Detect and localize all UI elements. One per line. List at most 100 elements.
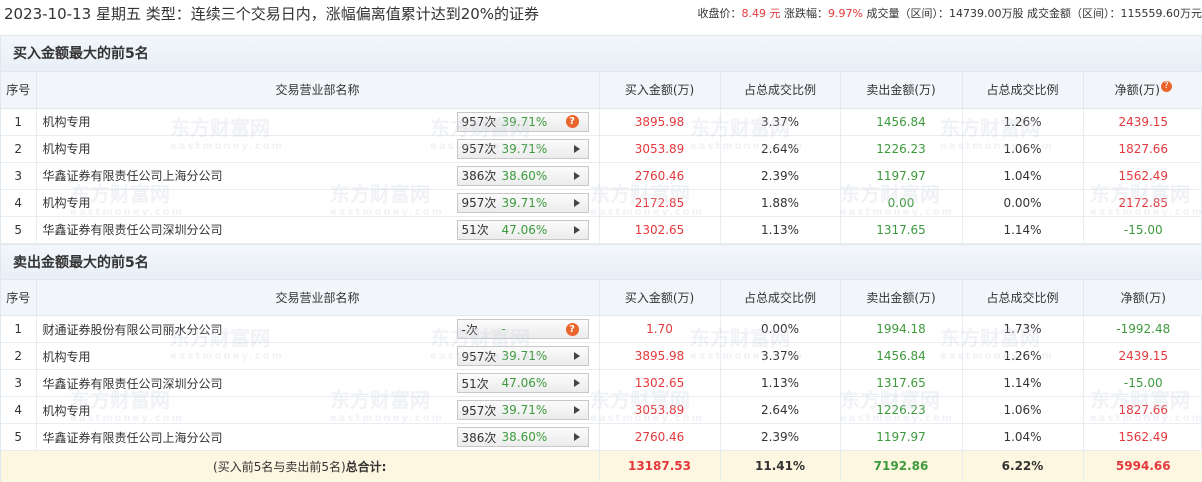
table-row: 4 机构专用 957次 39.71% 2172.85 1.88% 0.00 0.00% 2172… — [1, 189, 1202, 217]
success-rate: 39.71% — [501, 349, 548, 363]
net-amount: 1562.49 — [1083, 162, 1202, 190]
branch-stats-button[interactable]: 51次 47.06% — [456, 373, 589, 393]
question-icon[interactable]: ? — [1160, 81, 1172, 93]
play-arrow-icon[interactable] — [573, 433, 580, 441]
success-rate: 39.71% — [501, 114, 548, 129]
branch-stats-button[interactable]: 957次 39.71% — [456, 346, 589, 366]
buy-ratio: 0.00% — [720, 315, 841, 343]
branch-stats-button[interactable]: 51次 47.06% — [456, 219, 589, 240]
branch-stats-button[interactable]: 957次 39.71% — [456, 138, 589, 159]
col-sell: 卖出金额(万) — [840, 279, 963, 316]
branch-name[interactable]: 机构专用 — [43, 196, 91, 210]
table-row: 1 机构专用 957次 39.71%? 3895.98 3.37% 1456.84 1.26%… — [1, 108, 1202, 136]
appearance-count: 957次 — [461, 403, 497, 418]
col-idx: 序号 — [1, 72, 37, 109]
sell-ratio: 1.04% — [962, 162, 1084, 190]
branch-cell: 机构专用 957次 39.71% — [36, 342, 600, 370]
play-arrow-icon[interactable] — [573, 379, 580, 387]
dragon-tiger-panel: 买入金额最大的前5名 序号 交易营业部名称 买入金额(万) 占总成交比例 卖出金… — [0, 35, 1202, 482]
branch-name[interactable]: 机构专用 — [43, 115, 91, 129]
col-name: 交易营业部名称 — [36, 279, 600, 316]
play-arrow-icon[interactable] — [573, 352, 580, 360]
branch-name[interactable]: 机构专用 — [43, 350, 91, 364]
branch-name[interactable]: 财通证券股份有限公司丽水分公司 — [43, 323, 223, 337]
success-rate: 39.71% — [501, 141, 548, 156]
net-amount: -15.00 — [1083, 216, 1202, 244]
branch-stats-button[interactable]: -次 -? — [456, 319, 589, 339]
table-row: 3 华鑫证券有限责任公司深圳分公司 51次 47.06% 1302.65 1.13% 131… — [1, 369, 1202, 397]
branch-stats-button[interactable]: 957次 39.71% — [456, 192, 589, 213]
col-buy: 买入金额(万) — [599, 72, 721, 109]
appearance-count: 957次 — [461, 115, 497, 129]
net-amount: 2439.15 — [1083, 108, 1202, 136]
branch-name[interactable]: 机构专用 — [43, 142, 91, 156]
success-rate: 38.60% — [501, 168, 548, 183]
sell-amount: 1456.84 — [840, 342, 963, 370]
net-amount: -1992.48 — [1083, 315, 1202, 343]
buy-amount: 3053.89 — [599, 135, 721, 163]
question-icon[interactable]: ? — [565, 115, 579, 128]
amount-value: 115559.60万元 — [1120, 7, 1202, 20]
total-label-prefix: (买入前5名与卖出前5名) — [213, 459, 346, 474]
change-label: 涨跌幅： — [784, 7, 829, 20]
appearance-count: 51次 — [461, 223, 489, 237]
appearance-count: 957次 — [461, 142, 497, 156]
sell-ratio: 1.26% — [962, 342, 1084, 370]
top-info-bar: 2023-10-13 星期五 类型：连续三个交易日内，涨幅偏离值累计达到20%的… — [0, 0, 1202, 26]
amount-label: 成交金额（区间）： — [1027, 7, 1121, 20]
branch-name[interactable]: 华鑫证券有限责任公司上海分公司 — [43, 169, 223, 183]
buy-amount: 3053.89 — [599, 396, 721, 424]
col-net: 净额(万) — [1083, 279, 1202, 316]
branch-name[interactable]: 华鑫证券有限责任公司深圳分公司 — [43, 377, 223, 391]
buy-table: 序号 交易营业部名称 买入金额(万) 占总成交比例 卖出金额(万) 占总成交比例… — [1, 72, 1202, 244]
appearance-count: 51次 — [461, 376, 489, 391]
branch-name[interactable]: 华鑫证券有限责任公司上海分公司 — [43, 431, 223, 445]
col-buy-ratio: 占总成交比例 — [720, 72, 841, 109]
col-buy-ratio: 占总成交比例 — [720, 279, 841, 316]
row-index: 3 — [1, 162, 37, 190]
branch-stats-button[interactable]: 957次 39.71% — [456, 400, 589, 420]
sell-ratio: 1.73% — [962, 315, 1084, 343]
sell-amount: 1317.65 — [840, 369, 963, 397]
buy-amount: 2172.85 — [599, 189, 721, 217]
net-amount: 1827.66 — [1083, 135, 1202, 163]
sell-amount: 1226.23 — [840, 396, 963, 424]
sell-ratio: 1.04% — [962, 423, 1084, 451]
row-index: 5 — [1, 216, 37, 244]
table-row: 5 华鑫证券有限责任公司深圳分公司 51次 47.06% 1302.65 1.13% 131… — [1, 216, 1202, 244]
buy-ratio: 3.37% — [720, 108, 841, 136]
play-arrow-icon[interactable] — [573, 171, 580, 180]
net-amount: -15.00 — [1083, 369, 1202, 397]
total-net: 5994.66 — [1083, 450, 1202, 482]
volume-value: 14739.00万股 — [949, 7, 1024, 20]
play-arrow-icon[interactable] — [573, 198, 580, 207]
play-arrow-icon[interactable] — [573, 406, 580, 414]
branch-name[interactable]: 华鑫证券有限责任公司深圳分公司 — [43, 223, 223, 237]
sell-amount: 0.00 — [840, 189, 963, 217]
buy-amount: 3895.98 — [599, 342, 721, 370]
buy-amount: 3895.98 — [599, 108, 721, 136]
total-buy: 13187.53 — [599, 450, 721, 482]
buy-ratio: 2.39% — [720, 162, 841, 190]
table-row: 2 机构专用 957次 39.71% 3053.89 2.64% 1226.23 1.06% 1… — [1, 135, 1202, 163]
row-index: 2 — [1, 135, 37, 163]
col-sell: 卖出金额(万) — [840, 72, 963, 109]
col-sell-ratio: 占总成交比例 — [962, 279, 1084, 316]
branch-cell: 财通证券股份有限公司丽水分公司 -次 -? — [36, 315, 600, 343]
table-row: 5 华鑫证券有限责任公司上海分公司 386次 38.60% 2760.46 2.39% 11… — [1, 423, 1202, 451]
play-arrow-icon[interactable] — [573, 144, 580, 153]
stock-stats: 收盘价：8.49 元 涨跌幅：9.97% 成交量（区间）：14739.00万股 … — [698, 5, 1202, 21]
table-row: 4 机构专用 957次 39.71% 3053.89 2.64% 1226.23 1.06% 1… — [1, 396, 1202, 424]
branch-stats-button[interactable]: 957次 39.71%? — [456, 111, 589, 132]
buy-section-title: 买入金额最大的前5名 — [1, 36, 1201, 72]
table-row: 1 财通证券股份有限公司丽水分公司 -次 -? 1.70 0.00% 1994.18 1.73… — [1, 315, 1202, 343]
col-name: 交易营业部名称 — [36, 72, 600, 109]
branch-stats-button[interactable]: 386次 38.60% — [456, 427, 589, 447]
branch-stats-button[interactable]: 386次 38.60% — [456, 165, 589, 186]
branch-name[interactable]: 机构专用 — [43, 404, 91, 418]
row-index: 5 — [1, 423, 37, 451]
question-icon[interactable]: ? — [565, 322, 579, 336]
play-arrow-icon[interactable] — [573, 225, 580, 234]
sell-amount: 1197.97 — [840, 423, 963, 451]
sell-amount: 1456.84 — [840, 108, 963, 136]
